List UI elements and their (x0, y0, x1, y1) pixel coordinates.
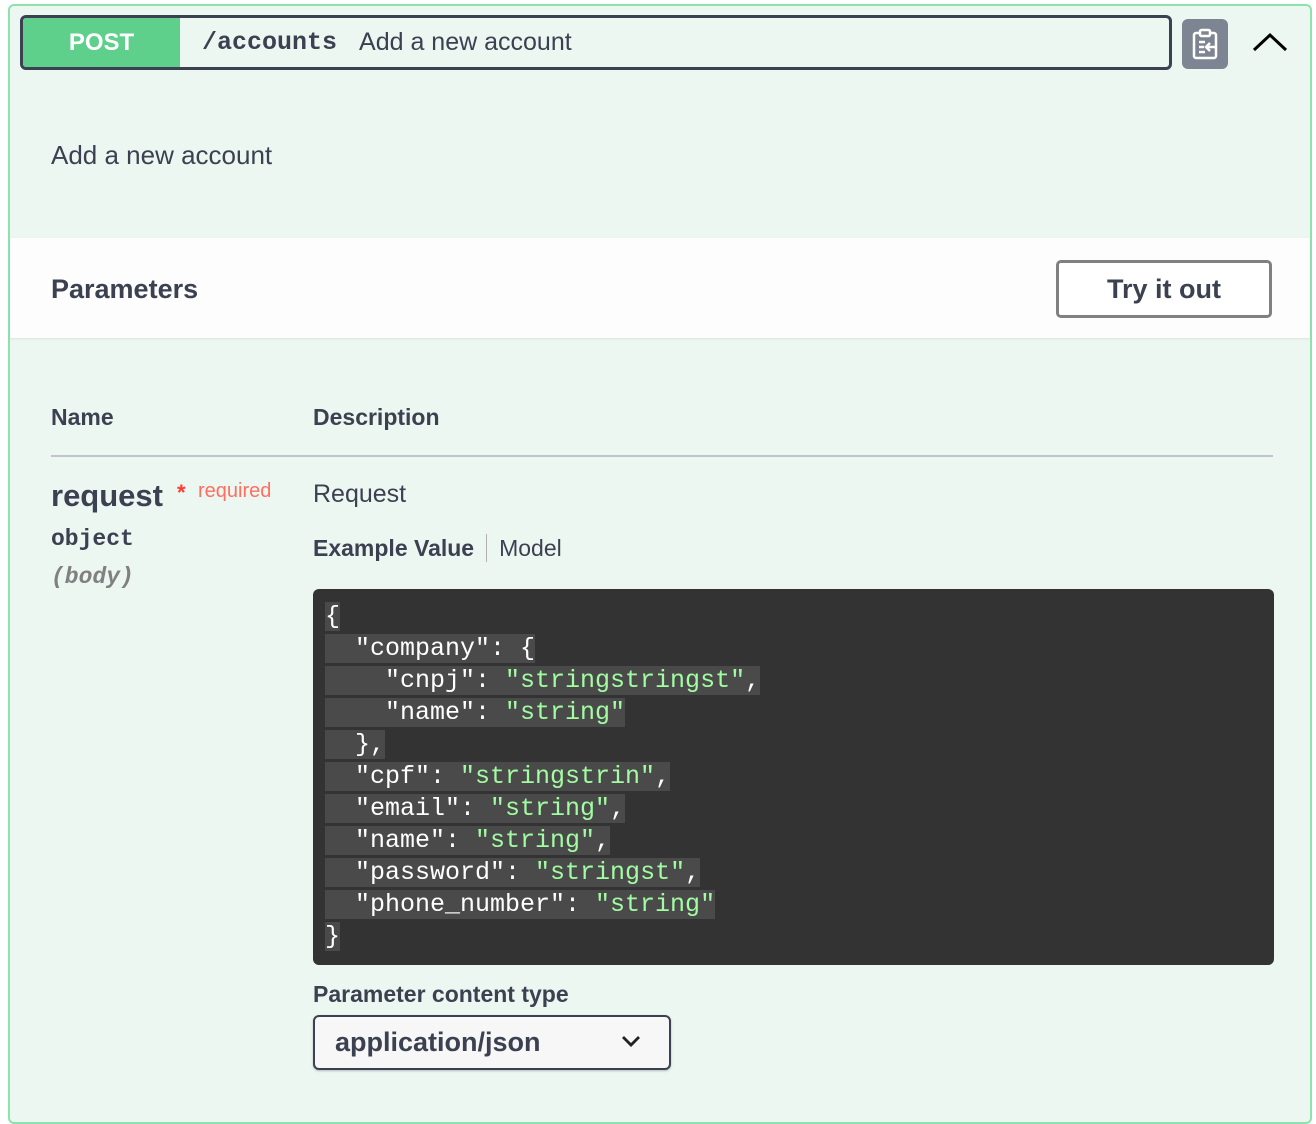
try-it-out-button[interactable]: Try it out (1056, 260, 1272, 318)
code-token: , (685, 858, 701, 887)
operation-path: /accounts (202, 28, 338, 57)
code-line: "company": { (325, 634, 536, 663)
code-token: "company": { (325, 634, 536, 663)
chevron-down-icon (622, 1036, 640, 1047)
code-line: "password": "stringst", (325, 858, 701, 887)
code-token: "cnpj": (325, 666, 506, 695)
code-string-token: "string" (490, 794, 611, 823)
example-model-tabs: Example Value Model (313, 534, 562, 562)
parameter-type: object (51, 526, 134, 552)
tab-example-value[interactable]: Example Value (313, 535, 474, 562)
parameters-header: Parameters Try it out (10, 238, 1310, 338)
code-token: , (610, 794, 626, 823)
code-token: , (745, 666, 761, 695)
chevron-up-icon (1252, 32, 1288, 52)
code-line: { (325, 602, 341, 631)
operation-block: POST /accounts Add a new account Add a n… (8, 4, 1312, 1124)
code-line: }, (325, 730, 386, 759)
content-type-select[interactable]: application/json (313, 1015, 671, 1070)
code-line: "phone_number": "string" (325, 890, 716, 919)
content-type-label: Parameter content type (313, 981, 569, 1007)
code-line: "email": "string", (325, 794, 626, 823)
code-line: "name": "string" (325, 698, 626, 727)
code-token: } (325, 922, 341, 951)
copy-to-clipboard-button[interactable] (1182, 19, 1228, 69)
code-line: } (325, 922, 341, 951)
operation-summary[interactable]: POST /accounts Add a new account (20, 15, 1172, 70)
clipboard-icon (1192, 28, 1218, 60)
tab-model[interactable]: Model (499, 535, 562, 562)
code-string-token: "string" (475, 826, 596, 855)
required-star: * (177, 480, 186, 505)
code-string-token: "string" (505, 698, 626, 727)
code-string-token: "stringstrin" (460, 762, 656, 791)
example-json: { "company": { "cnpj": "stringstringst",… (313, 589, 1274, 965)
code-token: , (655, 762, 671, 791)
code-token: "phone_number": (325, 890, 596, 919)
parameters-title: Parameters (51, 274, 199, 304)
tab-separator (486, 534, 488, 562)
content-type-selected: application/json (335, 1027, 541, 1057)
code-token: , (595, 826, 611, 855)
required-label: required (198, 480, 272, 502)
code-line: "name": "string", (325, 826, 611, 855)
example-value-code-block[interactable]: { "company": { "cnpj": "stringstringst",… (313, 589, 1274, 965)
code-token: "email": (325, 794, 491, 823)
parameter-description: Request (313, 480, 407, 508)
code-token: { (325, 602, 341, 631)
http-method-badge: POST (23, 18, 180, 67)
code-token: "password": (325, 858, 536, 887)
code-line: "cnpj": "stringstringst", (325, 666, 761, 695)
column-header-description: Description (313, 404, 440, 430)
parameter-location: (body) (51, 564, 134, 590)
code-token: }, (325, 730, 386, 759)
code-line: "cpf": "stringstrin", (325, 762, 671, 791)
code-string-token: "stringstringst" (505, 666, 746, 695)
header-divider (51, 455, 1273, 457)
code-token: "name": (325, 698, 506, 727)
collapse-button[interactable] (1248, 22, 1292, 62)
code-string-token: "string" (595, 890, 716, 919)
operation-description: Add a new account (51, 140, 273, 170)
code-token: "cpf": (325, 762, 461, 791)
operation-summary-text: Add a new account (359, 28, 572, 56)
code-token: "name": (325, 826, 476, 855)
code-string-token: "stringst" (535, 858, 686, 887)
parameter-name: request (51, 478, 163, 513)
column-header-name: Name (51, 404, 114, 430)
